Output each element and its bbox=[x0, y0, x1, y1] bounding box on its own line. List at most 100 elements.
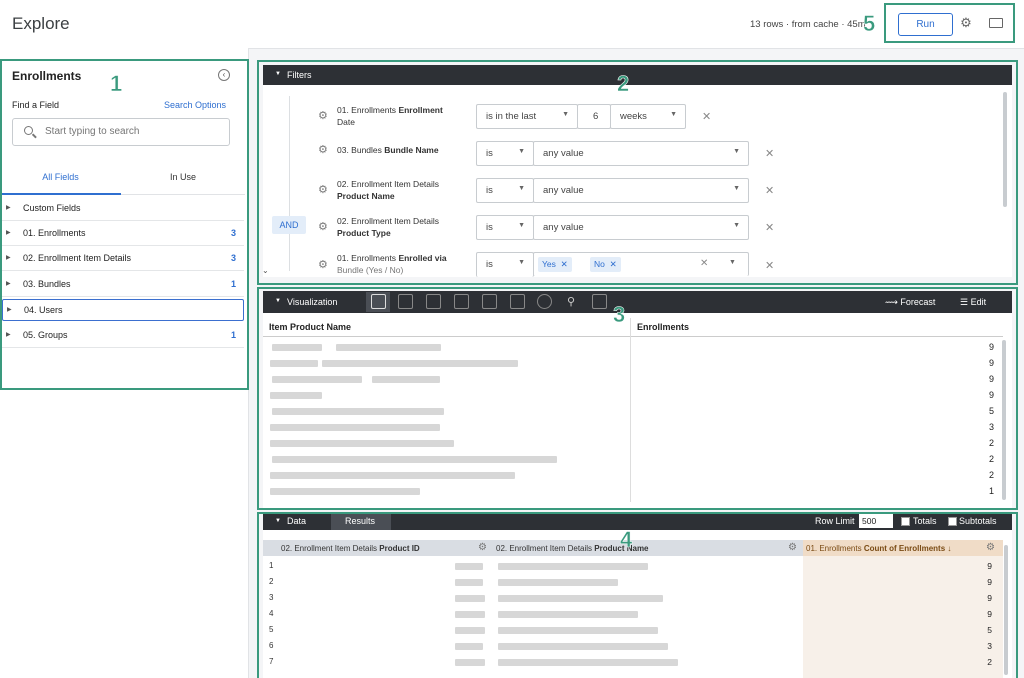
redacted-text bbox=[372, 376, 440, 383]
settings-gear-icon[interactable]: ⚙ bbox=[958, 15, 974, 31]
chevron-down-icon[interactable]: ⌄ bbox=[262, 266, 269, 275]
filter-operator-select[interactable]: is ▼ bbox=[476, 178, 534, 203]
filter-operator-select[interactable]: is ▼ bbox=[476, 252, 534, 277]
folder-icon[interactable] bbox=[989, 18, 1003, 28]
filters-scrollbar[interactable] bbox=[1003, 92, 1007, 207]
sidebar-item-enrollments[interactable]: ▶ 01. Enrollments 3 bbox=[2, 221, 244, 246]
remove-filter-icon[interactable]: ✕ bbox=[765, 184, 774, 197]
filter-operator-select[interactable]: is ▼ bbox=[476, 215, 534, 240]
filter-label: 01. Enrollments Enrolled via Bundle (Yes … bbox=[337, 253, 447, 275]
forecast-button[interactable]: ⟿ Forecast bbox=[885, 297, 935, 308]
expand-icon: ▶ bbox=[7, 307, 12, 313]
row-number: 5 bbox=[269, 625, 274, 634]
line-chart-icon[interactable] bbox=[482, 294, 497, 309]
gear-icon[interactable]: ⚙ bbox=[318, 143, 328, 156]
filter-value-multiselect[interactable]: Yes ✕ No ✕ ✕ ▼ bbox=[533, 252, 749, 276]
redacted-text bbox=[270, 360, 318, 367]
sidebar-item-label: 03. Bundles bbox=[23, 279, 71, 289]
gear-icon[interactable]: ⚙ bbox=[478, 542, 487, 553]
gear-icon[interactable]: ⚙ bbox=[318, 183, 328, 196]
filter-value-select[interactable]: any value ▼ bbox=[533, 141, 749, 166]
expand-icon: ▶ bbox=[6, 281, 11, 287]
search-options-link[interactable]: Search Options bbox=[164, 100, 226, 110]
dropdown-arrow-icon[interactable]: ▼ bbox=[729, 259, 736, 266]
dropdown-arrow-icon: ▼ bbox=[733, 185, 740, 192]
redacted-text bbox=[272, 344, 322, 351]
redacted-text bbox=[455, 595, 485, 602]
table-viz-icon[interactable] bbox=[371, 294, 386, 309]
filter-value-select[interactable]: any value ▼ bbox=[533, 178, 749, 203]
sidebar-item-users[interactable]: ▶ 04. Users bbox=[2, 299, 244, 321]
tab-results[interactable]: Results bbox=[345, 516, 375, 526]
row-number: 3 bbox=[269, 593, 274, 602]
edit-button[interactable]: ☰ Edit bbox=[960, 297, 986, 308]
pie-chart-icon[interactable] bbox=[537, 294, 552, 309]
vis-scrollbar[interactable] bbox=[1002, 340, 1006, 500]
filter-value-input[interactable]: 6 bbox=[577, 104, 611, 129]
sidebar-item-bundles[interactable]: ▶ 03. Bundles 1 bbox=[2, 272, 244, 297]
filter-label: 02. Enrollment Item Details Product Type bbox=[337, 216, 440, 238]
clear-icon[interactable]: ✕ bbox=[700, 258, 708, 269]
col-header-enrollments: Enrollments bbox=[637, 322, 690, 332]
remove-filter-icon[interactable]: ✕ bbox=[765, 147, 774, 160]
sidebar-item-label: 04. Users bbox=[24, 305, 63, 315]
row-number: 2 bbox=[269, 577, 274, 586]
field-search-box[interactable] bbox=[12, 118, 230, 146]
annotation-number-2: 2 bbox=[617, 71, 630, 97]
sidebar-item-count: 1 bbox=[230, 279, 236, 289]
redacted-text bbox=[455, 659, 485, 666]
row-limit-input[interactable]: 500 bbox=[859, 514, 893, 528]
annotation-number-1: 1 bbox=[110, 71, 123, 97]
search-input[interactable] bbox=[43, 125, 227, 138]
sidebar-item-count: 3 bbox=[230, 228, 236, 238]
run-button[interactable]: Run bbox=[898, 13, 953, 36]
sidebar-item-label: 01. Enrollments bbox=[23, 228, 86, 238]
dropdown-arrow-icon: ▼ bbox=[733, 148, 740, 155]
data-bar[interactable]: ▼ Data Results Row Limit 500 Totals Subt… bbox=[263, 512, 1012, 531]
sidebar-item-custom-fields[interactable]: ▶ Custom Fields bbox=[2, 196, 244, 221]
filter-operator-select[interactable]: is in the last ▼ bbox=[476, 104, 578, 129]
sidebar-item-groups[interactable]: ▶ 05. Groups 1 bbox=[2, 323, 244, 348]
gear-icon[interactable]: ⚙ bbox=[788, 542, 797, 553]
and-badge[interactable]: AND bbox=[272, 216, 306, 234]
column-chart-icon[interactable] bbox=[398, 294, 413, 309]
gear-icon[interactable]: ⚙ bbox=[318, 220, 328, 233]
totals-checkbox[interactable] bbox=[901, 517, 910, 526]
map-pin-icon[interactable]: ⚲ bbox=[567, 295, 575, 308]
count-value: 9 bbox=[987, 593, 992, 603]
remove-filter-icon[interactable]: ✕ bbox=[702, 110, 711, 123]
gear-icon[interactable]: ⚙ bbox=[986, 542, 995, 553]
dropdown-arrow-icon: ▼ bbox=[518, 259, 525, 266]
area-chart-icon[interactable] bbox=[510, 294, 525, 309]
edit-icon: ☰ bbox=[960, 297, 969, 307]
filter-operator-select[interactable]: is ▼ bbox=[476, 141, 534, 166]
subtotals-checkbox[interactable] bbox=[948, 517, 957, 526]
chip-no[interactable]: No ✕ bbox=[590, 257, 621, 272]
scatter-chart-icon[interactable] bbox=[454, 294, 469, 309]
col-header-product-id[interactable]: 02. Enrollment Item Details Product ID bbox=[281, 544, 420, 553]
annotation-number-3: 3 bbox=[613, 302, 626, 328]
collapse-sidebar-icon[interactable]: ‹ bbox=[218, 69, 230, 81]
col-header-count-enrollments[interactable]: 01. Enrollments Count of Enrollments ↓ bbox=[806, 544, 951, 553]
measure-column-bg bbox=[803, 556, 1003, 678]
filter-value-select[interactable]: any value ▼ bbox=[533, 215, 749, 240]
filters-bar[interactable]: ▼ Filters bbox=[263, 65, 1012, 85]
tab-all-fields[interactable]: All Fields bbox=[0, 168, 121, 195]
gear-icon[interactable]: ⚙ bbox=[318, 109, 328, 122]
enrollments-value: 2 bbox=[988, 438, 994, 448]
remove-filter-icon[interactable]: ✕ bbox=[765, 221, 774, 234]
tab-data[interactable]: Data bbox=[287, 516, 306, 526]
tab-in-use[interactable]: In Use bbox=[121, 168, 245, 195]
redacted-text bbox=[455, 563, 483, 570]
single-value-icon[interactable] bbox=[592, 294, 607, 309]
sidebar-item-enrollment-item-details[interactable]: ▶ 02. Enrollment Item Details 3 bbox=[2, 246, 244, 271]
annotation-number-5: 5 bbox=[863, 11, 876, 37]
gear-icon[interactable]: ⚙ bbox=[318, 258, 328, 271]
filter-unit-select[interactable]: weeks ▼ bbox=[610, 104, 686, 129]
redacted-text bbox=[498, 563, 648, 570]
bar-chart-icon[interactable] bbox=[426, 294, 441, 309]
results-scrollbar[interactable] bbox=[1004, 545, 1008, 675]
remove-filter-icon[interactable]: ✕ bbox=[765, 259, 774, 272]
chip-yes[interactable]: Yes ✕ bbox=[538, 257, 572, 272]
redacted-text bbox=[455, 611, 485, 618]
